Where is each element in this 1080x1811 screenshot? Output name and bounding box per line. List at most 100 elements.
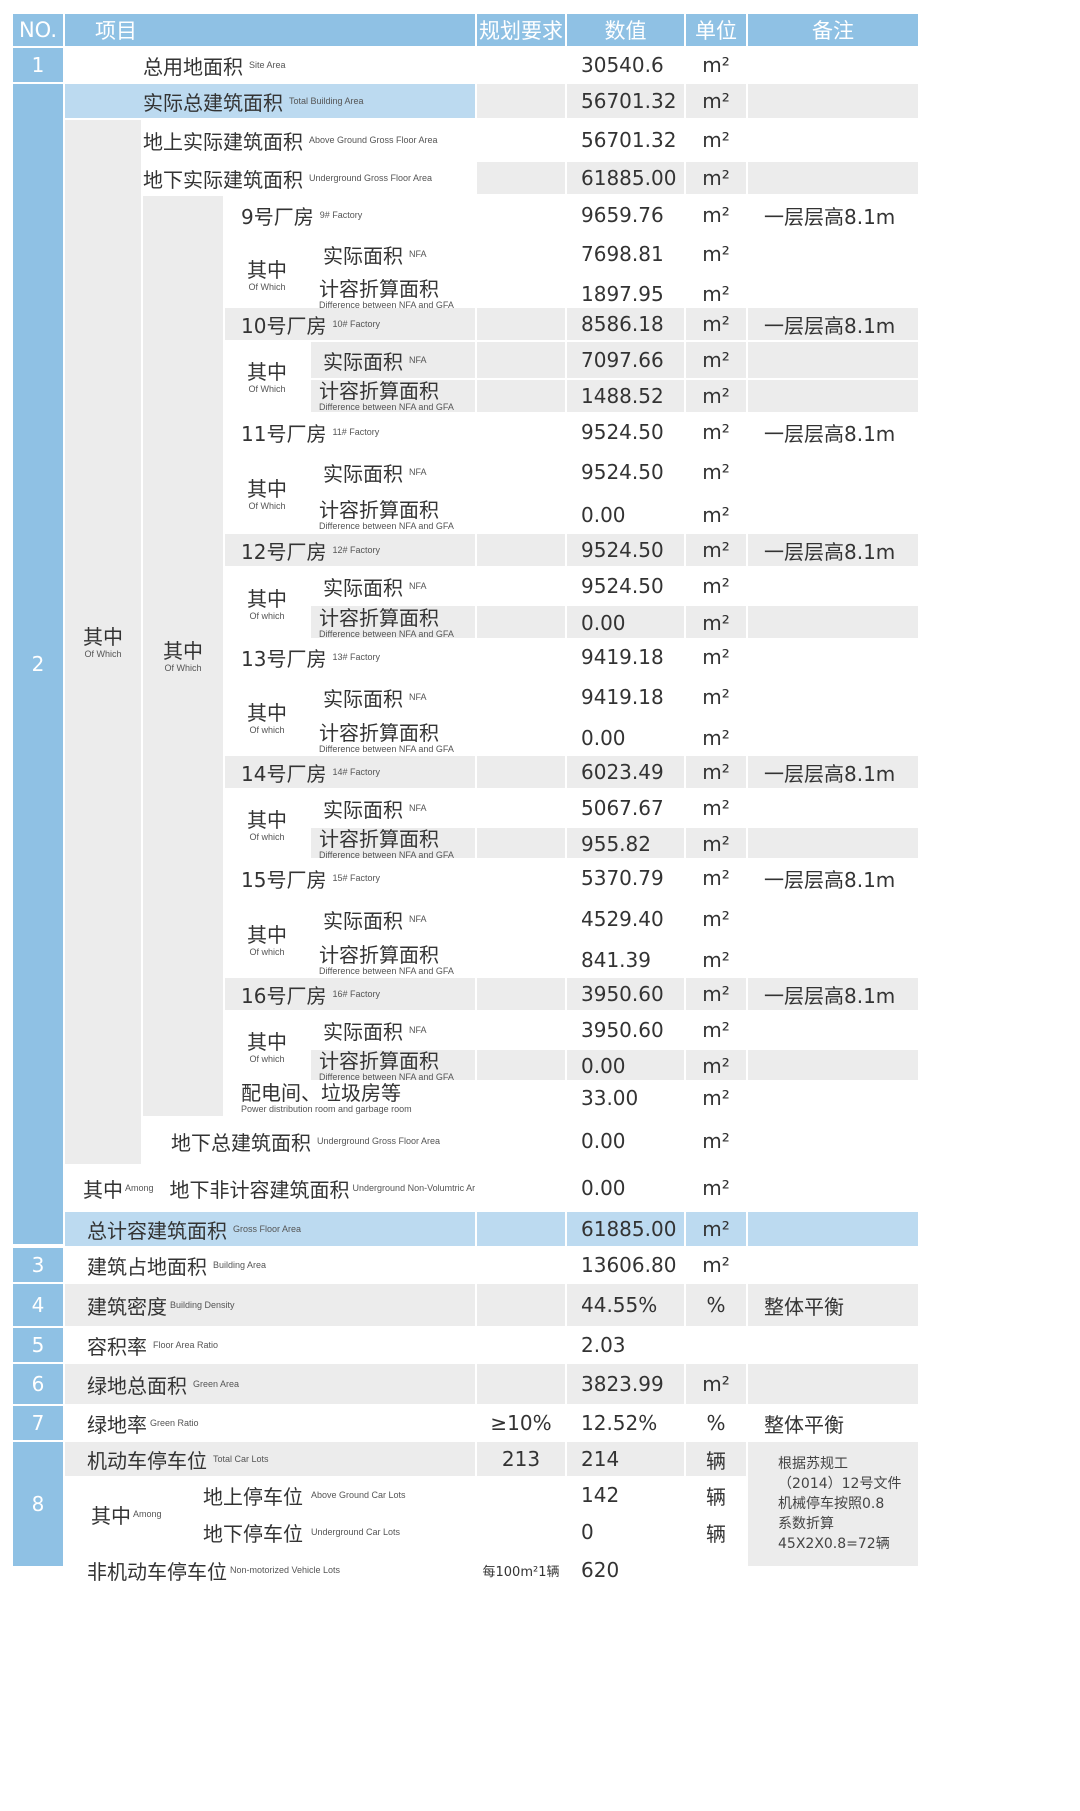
value-cell: 30540.6 [567, 48, 684, 82]
requirement-cell [477, 534, 565, 566]
label-en: Underground Non-Volumtric Area [352, 1183, 475, 1193]
remark-cell [748, 120, 918, 160]
row-number: 6 [13, 1364, 63, 1404]
label-en: Total Car Lots [213, 1454, 269, 1464]
header-remark: 备注 [748, 14, 918, 46]
label-zh: 非机动车停车位 [87, 1559, 227, 1584]
requirement-cell [477, 1248, 565, 1282]
underground-car-lots-label: 地下停车位 Underground Car Lots [171, 1514, 475, 1550]
label-zh: 16号厂房 [241, 983, 327, 1008]
remark-cell [748, 718, 918, 758]
label-en: Of Which [84, 648, 122, 659]
label-zh: 计容折算面积 [319, 1050, 439, 1073]
gross-floor-area-label: 总计容建筑面积 Gross Floor Area [65, 1212, 475, 1246]
label-en: Green Ratio [150, 1418, 199, 1428]
value-cell: 3950.60 [567, 978, 684, 1010]
label-en: 12# Factory [332, 545, 380, 555]
requirement-cell [477, 1212, 565, 1246]
value-cell: 0.00 [567, 1166, 684, 1210]
remark-cell [748, 236, 918, 272]
note-line: 根据苏规工 [778, 1456, 848, 1472]
requirement-cell [477, 342, 565, 378]
nfa-gfa-difference-label: 计容折算面积 Difference between NFA and GFA [311, 380, 475, 412]
label-en: Of Which [248, 500, 286, 511]
label-en: Building Area [213, 1260, 267, 1270]
requirement-cell [477, 494, 565, 536]
label-zh: 实际面积 [323, 1019, 403, 1044]
unit-cell [686, 1328, 746, 1362]
label-zh: 计容折算面积 [319, 606, 439, 630]
label-en: Above Ground Gross Floor Area [309, 135, 438, 145]
requirement-cell [477, 84, 565, 118]
factory-label: 14号厂房 14# Factory [225, 756, 475, 788]
label-zh: 13号厂房 [241, 646, 327, 671]
label-zh: 计容折算面积 [319, 942, 439, 967]
nfa-gfa-difference-label: 计容折算面积 Difference between NFA and GFA [311, 1050, 475, 1082]
remark-cell: 整体平衡 [748, 1406, 918, 1440]
label-en: 13# Factory [332, 652, 380, 662]
value-cell: 12.52% [567, 1406, 684, 1440]
label-en: Gross Floor Area [233, 1224, 302, 1234]
unit-cell: m² [686, 638, 746, 676]
label-zh: 其中 [247, 807, 287, 832]
remark-cell [748, 1212, 918, 1246]
unit-cell: m² [686, 1212, 746, 1246]
requirement-cell [477, 1364, 565, 1404]
requirement-cell [477, 1050, 565, 1082]
requirement-cell [477, 380, 565, 412]
remark-cell [748, 1328, 918, 1362]
remark-cell: 一层层高8.1m [748, 308, 918, 340]
nfa-gfa-difference-label: 计容折算面积 Difference between NFA and GFA [311, 494, 475, 536]
label-zh: 12号厂房 [241, 539, 327, 564]
unit-cell: m² [686, 196, 746, 234]
requirement-cell [477, 162, 565, 194]
parking-note: 根据苏规工 （2014）12号文件 机械停车按照0.8 系数折算 45X2X0.… [748, 1442, 918, 1566]
label-en: NFA [409, 692, 427, 702]
label-en: Of which [249, 1053, 285, 1064]
unit-cell: 辆 [686, 1478, 746, 1512]
note-line: 机械停车按照0.8 [778, 1496, 885, 1512]
label-zh: 总计容建筑面积 [87, 1218, 227, 1243]
requirement-cell [477, 308, 565, 340]
requirement-cell: ≥10% [477, 1406, 565, 1440]
green-area-label: 绿地总面积 Green Area [65, 1364, 475, 1404]
header-no: NO. [13, 14, 63, 46]
value-cell: 9524.50 [567, 452, 684, 492]
unit-cell: m² [686, 858, 746, 898]
label-zh: 地下停车位 [203, 1521, 303, 1546]
unit-cell: m² [686, 978, 746, 1010]
unit-cell: m² [686, 1166, 746, 1210]
remark-cell: 一层层高8.1m [748, 414, 918, 450]
label-en: NFA [409, 1025, 427, 1035]
label-zh: 容积率 [87, 1334, 147, 1359]
label-en: Among [133, 1509, 162, 1519]
unit-cell: m² [686, 84, 746, 118]
of-which-outer: 其中 Of Which [65, 120, 141, 1164]
label-zh: 实际面积 [323, 461, 403, 486]
remark-cell [748, 1248, 918, 1282]
label-zh: 机动车停车位 [87, 1448, 207, 1473]
label-zh: 其中 [163, 638, 203, 663]
value-cell: 61885.00 [567, 1212, 684, 1246]
remark-cell: 一层层高8.1m [748, 756, 918, 788]
note-line: （2014）12号文件 [778, 1476, 902, 1492]
label-en: NFA [409, 914, 427, 924]
label-zh: 实际面积 [323, 575, 403, 600]
requirement-cell [477, 790, 565, 826]
requirement-cell [477, 1118, 565, 1164]
remark-cell [748, 380, 918, 412]
value-cell: 841.39 [567, 940, 684, 980]
site-area-label: 总用地面积 Site Area [65, 48, 475, 82]
unit-cell: m² [686, 48, 746, 82]
label-zh: 实际总建筑面积 [143, 90, 283, 115]
building-density-label: 建筑密度 Building Density [65, 1284, 475, 1326]
requirement-cell [477, 1514, 565, 1550]
label-zh: 实际面积 [323, 686, 403, 711]
label-zh: 其中 [247, 922, 287, 947]
label-en: Difference between NFA and GFA [319, 401, 454, 412]
label-en: NFA [409, 249, 427, 259]
label-zh: 其中 [247, 586, 287, 611]
label-zh: 实际面积 [323, 349, 403, 374]
unit-cell: m² [686, 756, 746, 788]
unit-cell: m² [686, 380, 746, 412]
